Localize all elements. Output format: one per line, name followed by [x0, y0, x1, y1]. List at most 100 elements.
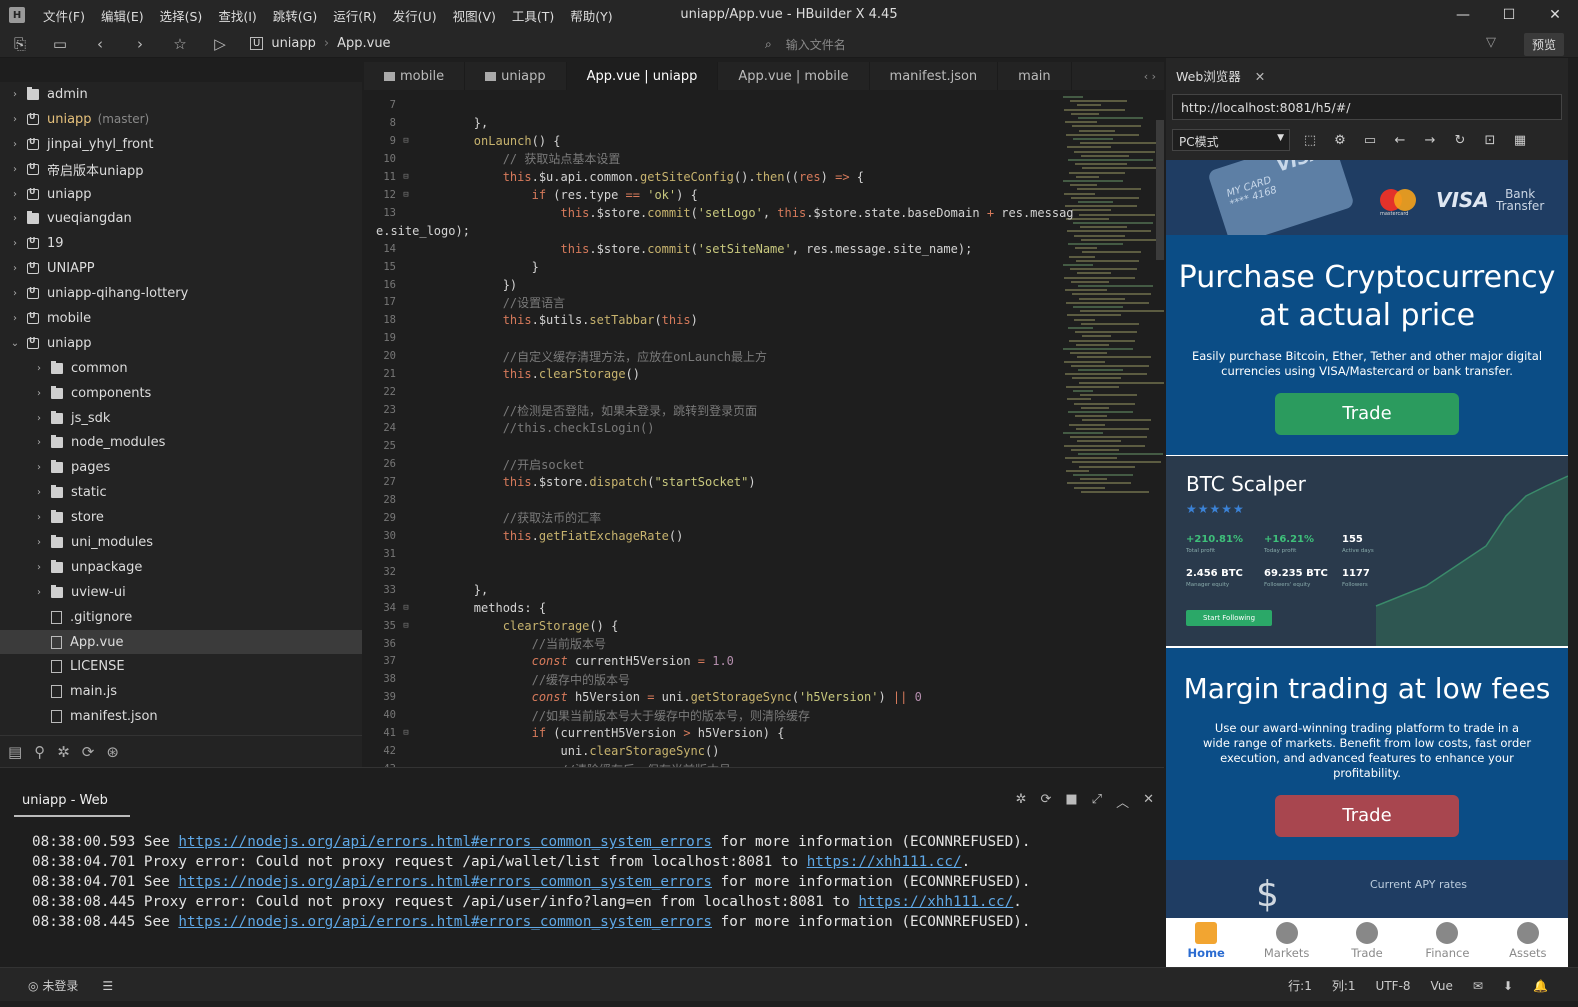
menu-item[interactable]: 选择(S): [152, 6, 211, 25]
menu-item[interactable]: 帮助(Y): [562, 6, 620, 25]
tree-item[interactable]: › uni_modules: [0, 530, 362, 555]
run-icon[interactable]: ▷: [200, 35, 240, 53]
tree-item[interactable]: › jinpai_yhyl_front: [0, 132, 362, 157]
menu-item[interactable]: 工具(T): [504, 6, 562, 25]
tree-item[interactable]: › pages: [0, 455, 362, 480]
tree-item[interactable]: › UNIAPP: [0, 256, 362, 281]
tree-item[interactable]: manifest.json: [0, 704, 362, 729]
tree-item[interactable]: › uniapp-qihang-lottery: [0, 281, 362, 306]
lock-icon[interactable]: ⊡: [1480, 133, 1500, 148]
stop-icon[interactable]: ■: [1065, 792, 1077, 811]
nav-item-home[interactable]: Home: [1166, 918, 1246, 967]
tree-item[interactable]: › js_sdk: [0, 406, 362, 431]
margin-trade-button[interactable]: Trade: [1275, 795, 1459, 837]
chevron-down-icon[interactable]: ⌄: [8, 338, 22, 349]
chevron-right-icon[interactable]: ›: [8, 263, 22, 274]
editor-tab[interactable]: main: [998, 62, 1072, 90]
fold-icon[interactable]: ⊟: [396, 603, 416, 613]
url-bar[interactable]: http://localhost:8081/h5/#/: [1172, 94, 1562, 120]
device-mode-select[interactable]: PC模式 ▼: [1172, 129, 1290, 151]
nav-item-assets[interactable]: Assets: [1488, 918, 1568, 967]
explorer-icon[interactable]: ▤: [8, 743, 22, 761]
chevron-right-icon[interactable]: ›: [8, 164, 22, 175]
chevron-right-icon[interactable]: ›: [8, 238, 22, 249]
chevron-right-icon[interactable]: ›: [32, 587, 46, 598]
tab-scroll-arrows[interactable]: ‹ ›: [1144, 70, 1164, 83]
tree-item[interactable]: › node_modules: [0, 430, 362, 455]
tree-item[interactable]: ⌄ uniapp: [0, 331, 362, 356]
tree-item[interactable]: › uview-ui: [0, 580, 362, 605]
chevron-right-icon[interactable]: ›: [32, 562, 46, 573]
fold-icon[interactable]: ⊟: [396, 172, 416, 182]
close-window-icon[interactable]: ✕: [1532, 0, 1578, 30]
editor-tab[interactable]: App.vue | mobile: [718, 62, 870, 90]
breadcrumb-project[interactable]: uniapp: [271, 36, 316, 51]
log-link[interactable]: https://nodejs.org/api/errors.html#error…: [178, 874, 712, 890]
cursor-line[interactable]: 行:1: [1288, 977, 1312, 994]
chevron-right-icon[interactable]: ›: [32, 388, 46, 399]
tree-item[interactable]: › 帝启版本uniapp: [0, 157, 362, 182]
breadcrumb-file[interactable]: App.vue: [337, 36, 390, 51]
menu-item[interactable]: 跳转(G): [265, 6, 325, 25]
chevron-right-icon[interactable]: ›: [8, 89, 22, 100]
minimize-icon[interactable]: —: [1440, 0, 1486, 30]
chevron-right-icon[interactable]: ›: [8, 139, 22, 150]
fold-icon[interactable]: ⊟: [396, 728, 416, 738]
tree-item[interactable]: › components: [0, 381, 362, 406]
fold-icon[interactable]: ⊟: [396, 621, 416, 631]
plugin-icon[interactable]: ⊛: [106, 743, 119, 761]
settings-icon[interactable]: ⚙: [1330, 133, 1350, 148]
source-control-icon[interactable]: ⟳: [82, 743, 95, 761]
filter-icon[interactable]: ▽: [1486, 35, 1496, 50]
chevron-right-icon[interactable]: ›: [8, 114, 22, 125]
chevron-right-icon[interactable]: ›: [8, 288, 22, 299]
forward-icon[interactable]: ›: [120, 35, 160, 53]
open-external-icon[interactable]: ⤢: [1092, 792, 1102, 811]
back-arrow-icon[interactable]: ←: [1390, 133, 1410, 148]
editor-tab[interactable]: mobile: [364, 62, 466, 90]
restart-icon[interactable]: ⟳: [1040, 792, 1051, 811]
fold-icon[interactable]: ⊟: [396, 190, 416, 200]
clear-console-icon[interactable]: ✕: [1143, 792, 1154, 811]
star-icon[interactable]: ☆: [160, 35, 200, 53]
fold-icon[interactable]: ⊟: [396, 136, 416, 146]
tree-item[interactable]: LICENSE: [0, 654, 362, 679]
nav-item-finance[interactable]: Finance: [1407, 918, 1487, 967]
tree-item[interactable]: › mobile: [0, 306, 362, 331]
tree-item[interactable]: › unpackage: [0, 555, 362, 580]
chevron-right-icon[interactable]: ›: [32, 537, 46, 548]
file-search-input[interactable]: 输入文件名: [786, 36, 846, 53]
chevron-right-icon[interactable]: ›: [8, 189, 22, 200]
tree-item[interactable]: › admin: [0, 82, 362, 107]
tree-item[interactable]: main.js: [0, 679, 362, 704]
screenshot-icon[interactable]: ⬚: [1300, 133, 1320, 148]
save-icon[interactable]: ▭: [40, 35, 80, 53]
close-icon[interactable]: ✕: [1255, 69, 1265, 84]
chevron-right-icon[interactable]: ›: [32, 487, 46, 498]
tree-item[interactable]: › uniapp: [0, 182, 362, 207]
chevron-right-icon[interactable]: ›: [32, 437, 46, 448]
log-link[interactable]: https://xhh111.cc/: [858, 894, 1013, 910]
debug-console-icon[interactable]: ✲: [1016, 792, 1027, 811]
login-status[interactable]: ◎ 未登录: [28, 977, 78, 994]
tree-item[interactable]: .gitignore: [0, 605, 362, 630]
editor-scrollbar[interactable]: [1156, 120, 1164, 260]
minimap[interactable]: [1059, 96, 1164, 496]
nav-item-trade[interactable]: Trade: [1327, 918, 1407, 967]
chevron-right-icon[interactable]: ›: [8, 313, 22, 324]
menu-item[interactable]: 查找(I): [210, 6, 264, 25]
log-link[interactable]: https://nodejs.org/api/errors.html#error…: [178, 914, 712, 930]
browser-tab[interactable]: Web浏览器 ✕: [1176, 66, 1265, 85]
chevron-right-icon[interactable]: ›: [32, 363, 46, 374]
menu-item[interactable]: 编辑(E): [93, 6, 152, 25]
log-link[interactable]: https://nodejs.org/api/errors.html#error…: [178, 834, 712, 850]
update-icon[interactable]: ⬇: [1503, 979, 1513, 993]
menu-item[interactable]: 文件(F): [35, 6, 93, 25]
qrcode-icon[interactable]: ▦: [1510, 133, 1530, 148]
chevron-right-icon[interactable]: ›: [32, 413, 46, 424]
new-file-icon[interactable]: ⎘: [0, 35, 40, 53]
back-icon[interactable]: ‹: [80, 35, 120, 53]
debug-icon[interactable]: ✲: [57, 743, 70, 761]
start-following-button[interactable]: Start Following: [1186, 610, 1272, 626]
message-icon[interactable]: ✉: [1473, 979, 1483, 993]
